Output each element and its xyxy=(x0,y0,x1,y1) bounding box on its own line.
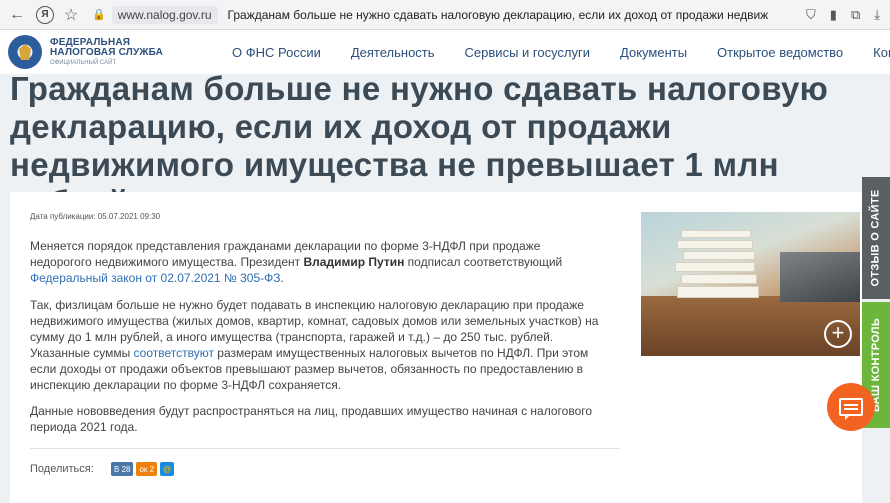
ok-share-button[interactable]: ок 2 xyxy=(136,462,158,476)
paper-sheet xyxy=(677,240,753,249)
paper-sheet xyxy=(683,251,755,260)
yandex-icon[interactable]: Я xyxy=(36,5,54,24)
president-name: Владимир Путин xyxy=(303,255,405,269)
chat-icon xyxy=(839,398,863,420)
main-nav: О ФНС России Деятельность Сервисы и госу… xyxy=(232,30,890,74)
paper-sheet xyxy=(681,274,757,284)
paragraph-2: Так, физлицам больше не нужно будет пода… xyxy=(30,297,604,393)
address-bar[interactable]: www.nalog.gov.ru xyxy=(111,5,218,24)
zoom-plus-icon[interactable]: + xyxy=(824,320,852,348)
divider xyxy=(30,448,620,449)
toolbar-icons: ⛉ ▮ ⧉ ⤓ xyxy=(806,7,880,23)
paragraph-3: Данные нововведения будут распространять… xyxy=(30,404,593,434)
p1-text-b: подписал соответствующий xyxy=(404,255,563,269)
nav-about[interactable]: О ФНС России xyxy=(232,45,321,60)
browser-toolbar: ← Я ☆ 🔒 www.nalog.gov.ru Гражданам больш… xyxy=(0,0,890,30)
paper-sheet xyxy=(677,286,759,298)
p1-text-c: . xyxy=(280,271,284,285)
deductions-link[interactable]: соответствуют xyxy=(134,346,214,360)
nav-open-agency[interactable]: Открытое ведомство xyxy=(717,45,843,60)
laptop-shape xyxy=(780,252,860,302)
nav-contacts[interactable]: Контакты xyxy=(873,45,890,60)
ok-count: 2 xyxy=(149,464,155,474)
extensions-icon[interactable]: ⧉ xyxy=(851,7,860,23)
publication-date: Дата публикации: 05.07.2021 09:30 xyxy=(30,212,161,221)
ok-icon: ок xyxy=(139,464,150,474)
logo-line-2: НАЛОГОВАЯ СЛУЖБА xyxy=(50,47,164,59)
site-feedback-tab[interactable]: ОТЗЫВ О САЙТЕ xyxy=(862,177,890,299)
paper-sheet xyxy=(675,262,755,272)
bookmark-icon[interactable]: ▮ xyxy=(830,7,837,23)
paper-sheet xyxy=(681,230,751,238)
star-icon[interactable]: ☆ xyxy=(60,4,82,26)
download-icon[interactable]: ⤓ xyxy=(874,7,880,23)
lock-icon[interactable]: 🔒 xyxy=(92,8,106,21)
vk-count: 28 xyxy=(121,464,131,474)
nav-documents[interactable]: Документы xyxy=(620,45,687,60)
nav-services[interactable]: Сервисы и госуслуги xyxy=(465,45,590,60)
article-card: Дата публикации: 05.07.2021 09:30 Меняет… xyxy=(10,192,862,503)
mail-share-button[interactable] xyxy=(160,462,175,476)
share-label: Поделиться: xyxy=(30,463,94,475)
site-header: ФЕДЕРАЛЬНАЯ НАЛОГОВАЯ СЛУЖБА ОФИЦИАЛЬНЫЙ… xyxy=(0,30,890,74)
logo-subtitle: ОФИЦИАЛЬНЫЙ САЙТ xyxy=(50,59,117,66)
back-arrow-icon[interactable]: ← xyxy=(6,4,28,26)
nav-activity[interactable]: Деятельность xyxy=(351,45,435,60)
fns-emblem-icon[interactable] xyxy=(8,35,42,69)
site-feedback-label: ОТЗЫВ О САЙТЕ xyxy=(870,189,882,287)
federal-law-link[interactable]: Федеральный закон от 02.07.2021 № 305-ФЗ xyxy=(30,271,281,285)
paragraph-1: Меняется порядок представления гражданам… xyxy=(30,238,604,286)
protect-icon[interactable]: ⛉ xyxy=(806,7,816,23)
site-logo[interactable]: ФЕДЕРАЛЬНАЯ НАЛОГОВАЯ СЛУЖБА ОФИЦИАЛЬНЫЙ… xyxy=(50,37,164,66)
vk-icon: В xyxy=(114,464,122,474)
chat-button[interactable] xyxy=(827,383,875,431)
vk-share-button[interactable]: В 28 xyxy=(111,462,134,476)
page-title-tab: Гражданам больше не нужно сдавать налого… xyxy=(227,7,768,22)
share-buttons: В 28 ок 2 xyxy=(111,462,175,476)
article-image[interactable]: + xyxy=(641,212,860,356)
